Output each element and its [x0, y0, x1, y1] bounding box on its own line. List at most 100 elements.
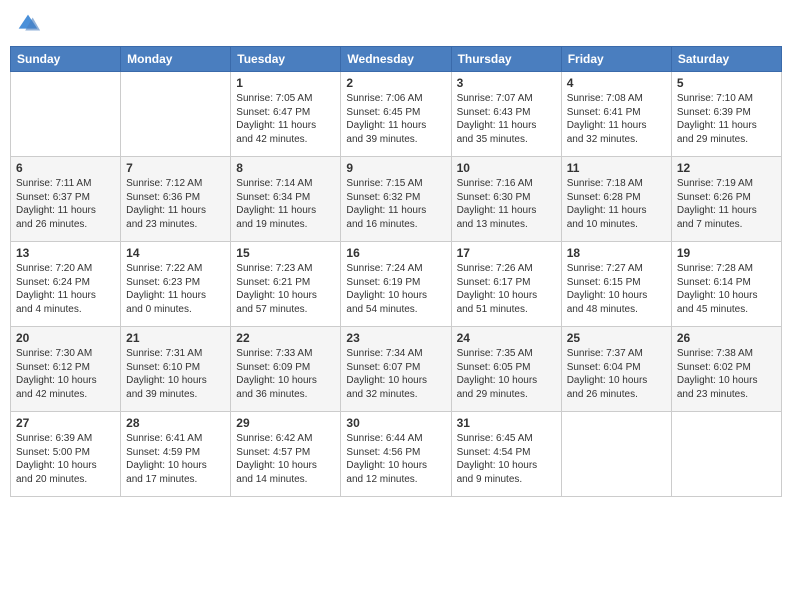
calendar-cell: 12Sunrise: 7:19 AMSunset: 6:26 PMDayligh… [671, 157, 781, 242]
day-number: 8 [236, 161, 335, 175]
day-info: Sunrise: 7:37 AMSunset: 6:04 PMDaylight:… [567, 347, 666, 401]
day-info: Sunrise: 7:20 AMSunset: 6:24 PMDaylight:… [16, 262, 115, 316]
day-info: Sunrise: 6:44 AMSunset: 4:56 PMDaylight:… [346, 432, 445, 486]
calendar-cell: 22 Sunrise: 7:33 AMSunset: 6:09 PMDayligh… [231, 327, 341, 412]
day-number: 4 [567, 76, 666, 90]
calendar-cell: 23Sunrise: 7:34 AMSunset: 6:07 PMDayligh… [341, 327, 451, 412]
calendar-cell [121, 72, 231, 157]
day-info: Sunrise: 7:24 AMSunset: 6:19 PMDaylight:… [346, 262, 445, 316]
day-info: Sunrise: 7:38 AMSunset: 6:02 PMDaylight:… [677, 347, 776, 401]
day-number: 27 [16, 416, 115, 430]
logo-icon [14, 10, 42, 38]
day-info: Sunrise: 6:42 AMSunset: 4:57 PMDaylight:… [236, 432, 335, 486]
day-info: Sunrise: 7:12 AMSunset: 6:36 PMDaylight:… [126, 177, 225, 231]
day-info: Sunrise: 7:15 AMSunset: 6:32 PMDaylight:… [346, 177, 445, 231]
day-info: Sunrise: 7:30 AMSunset: 6:12 PMDaylight:… [16, 347, 115, 401]
day-number: 5 [677, 76, 776, 90]
calendar-cell: 31Sunrise: 6:45 AMSunset: 4:54 PMDayligh… [451, 412, 561, 497]
day-info: Sunrise: 7:35 AMSunset: 6:05 PMDaylight:… [457, 347, 556, 401]
calendar-week-row: 6 Sunrise: 7:11 AMSunset: 6:37 PMDaylight… [11, 157, 782, 242]
calendar-cell [671, 412, 781, 497]
calendar-cell: 2 Sunrise: 7:06 AMSunset: 6:45 PMDaylight… [341, 72, 451, 157]
day-number: 18 [567, 246, 666, 260]
day-number: 17 [457, 246, 556, 260]
calendar-cell: 8 Sunrise: 7:14 AMSunset: 6:34 PMDaylight… [231, 157, 341, 242]
calendar-cell: 28Sunrise: 6:41 AMSunset: 4:59 PMDayligh… [121, 412, 231, 497]
day-number: 21 [126, 331, 225, 345]
day-number: 11 [567, 161, 666, 175]
calendar-cell: 6 Sunrise: 7:11 AMSunset: 6:37 PMDaylight… [11, 157, 121, 242]
day-number: 24 [457, 331, 556, 345]
day-info: Sunrise: 7:23 AMSunset: 6:21 PMDaylight:… [236, 262, 335, 316]
day-info: Sunrise: 7:31 AMSunset: 6:10 PMDaylight:… [126, 347, 225, 401]
day-info: Sunrise: 7:28 AMSunset: 6:14 PMDaylight:… [677, 262, 776, 316]
day-of-week-header: Friday [561, 47, 671, 72]
day-info: Sunrise: 7:07 AMSunset: 6:43 PMDaylight:… [457, 92, 556, 146]
calendar-cell: 19 Sunrise: 7:28 AMSunset: 6:14 PMDayligh… [671, 242, 781, 327]
day-of-week-header: Sunday [11, 47, 121, 72]
calendar-table: SundayMondayTuesdayWednesdayThursdayFrid… [10, 46, 782, 497]
calendar-cell: 3 Sunrise: 7:07 AMSunset: 6:43 PMDaylight… [451, 72, 561, 157]
day-number: 1 [236, 76, 335, 90]
calendar-cell: 27 Sunrise: 6:39 AMSunset: 5:00 PMDayligh… [11, 412, 121, 497]
calendar-cell: 25Sunrise: 7:37 AMSunset: 6:04 PMDayligh… [561, 327, 671, 412]
day-info: Sunrise: 7:05 AMSunset: 6:47 PMDaylight:… [236, 92, 335, 146]
day-info: Sunrise: 6:39 AMSunset: 5:00 PMDaylight:… [16, 432, 115, 486]
calendar-cell: 9 Sunrise: 7:15 AMSunset: 6:32 PMDaylight… [341, 157, 451, 242]
calendar-cell: 11 Sunrise: 7:18 AMSunset: 6:28 PMDayligh… [561, 157, 671, 242]
calendar-week-row: 1 Sunrise: 7:05 AMSunset: 6:47 PMDaylight… [11, 72, 782, 157]
calendar-cell: 17 Sunrise: 7:26 AMSunset: 6:17 PMDayligh… [451, 242, 561, 327]
day-info: Sunrise: 7:06 AMSunset: 6:45 PMDaylight:… [346, 92, 445, 146]
day-info: Sunrise: 7:08 AMSunset: 6:41 PMDaylight:… [567, 92, 666, 146]
day-info: Sunrise: 7:18 AMSunset: 6:28 PMDaylight:… [567, 177, 666, 231]
calendar-cell: 26 Sunrise: 7:38 AMSunset: 6:02 PMDayligh… [671, 327, 781, 412]
page-header [10, 10, 782, 38]
calendar-cell: 5Sunrise: 7:10 AMSunset: 6:39 PMDaylight… [671, 72, 781, 157]
day-of-week-header: Monday [121, 47, 231, 72]
day-number: 15 [236, 246, 335, 260]
day-number: 22 [236, 331, 335, 345]
day-number: 14 [126, 246, 225, 260]
day-info: Sunrise: 7:26 AMSunset: 6:17 PMDaylight:… [457, 262, 556, 316]
day-info: Sunrise: 7:14 AMSunset: 6:34 PMDaylight:… [236, 177, 335, 231]
logo [14, 10, 46, 38]
calendar-cell: 14 Sunrise: 7:22 AMSunset: 6:23 PMDayligh… [121, 242, 231, 327]
calendar-cell [561, 412, 671, 497]
calendar-cell: 13Sunrise: 7:20 AMSunset: 6:24 PMDayligh… [11, 242, 121, 327]
day-of-week-header: Tuesday [231, 47, 341, 72]
day-number: 23 [346, 331, 445, 345]
calendar-cell: 16 Sunrise: 7:24 AMSunset: 6:19 PMDayligh… [341, 242, 451, 327]
calendar-week-row: 27 Sunrise: 6:39 AMSunset: 5:00 PMDayligh… [11, 412, 782, 497]
calendar-cell: 24 Sunrise: 7:35 AMSunset: 6:05 PMDayligh… [451, 327, 561, 412]
calendar-cell: 1 Sunrise: 7:05 AMSunset: 6:47 PMDaylight… [231, 72, 341, 157]
day-number: 9 [346, 161, 445, 175]
day-number: 3 [457, 76, 556, 90]
calendar-cell: 29 Sunrise: 6:42 AMSunset: 4:57 PMDayligh… [231, 412, 341, 497]
calendar-cell: 7Sunrise: 7:12 AMSunset: 6:36 PMDaylight… [121, 157, 231, 242]
calendar-cell: 18 Sunrise: 7:27 AMSunset: 6:15 PMDayligh… [561, 242, 671, 327]
day-of-week-header: Saturday [671, 47, 781, 72]
day-info: Sunrise: 7:27 AMSunset: 6:15 PMDaylight:… [567, 262, 666, 316]
day-number: 31 [457, 416, 556, 430]
day-info: Sunrise: 7:22 AMSunset: 6:23 PMDaylight:… [126, 262, 225, 316]
day-number: 20 [16, 331, 115, 345]
day-number: 19 [677, 246, 776, 260]
day-number: 6 [16, 161, 115, 175]
day-info: Sunrise: 7:19 AMSunset: 6:26 PMDaylight:… [677, 177, 776, 231]
calendar-week-row: 13Sunrise: 7:20 AMSunset: 6:24 PMDayligh… [11, 242, 782, 327]
day-info: Sunrise: 7:16 AMSunset: 6:30 PMDaylight:… [457, 177, 556, 231]
day-info: Sunrise: 7:33 AMSunset: 6:09 PMDaylight:… [236, 347, 335, 401]
day-of-week-header: Thursday [451, 47, 561, 72]
calendar-cell: 20 Sunrise: 7:30 AMSunset: 6:12 PMDayligh… [11, 327, 121, 412]
calendar-cell: 4 Sunrise: 7:08 AMSunset: 6:41 PMDaylight… [561, 72, 671, 157]
calendar-cell [11, 72, 121, 157]
day-number: 16 [346, 246, 445, 260]
day-number: 28 [126, 416, 225, 430]
calendar-week-row: 20 Sunrise: 7:30 AMSunset: 6:12 PMDayligh… [11, 327, 782, 412]
day-number: 26 [677, 331, 776, 345]
day-number: 10 [457, 161, 556, 175]
day-number: 2 [346, 76, 445, 90]
calendar-cell: 10 Sunrise: 7:16 AMSunset: 6:30 PMDayligh… [451, 157, 561, 242]
day-number: 29 [236, 416, 335, 430]
day-info: Sunrise: 7:11 AMSunset: 6:37 PMDaylight:… [16, 177, 115, 231]
